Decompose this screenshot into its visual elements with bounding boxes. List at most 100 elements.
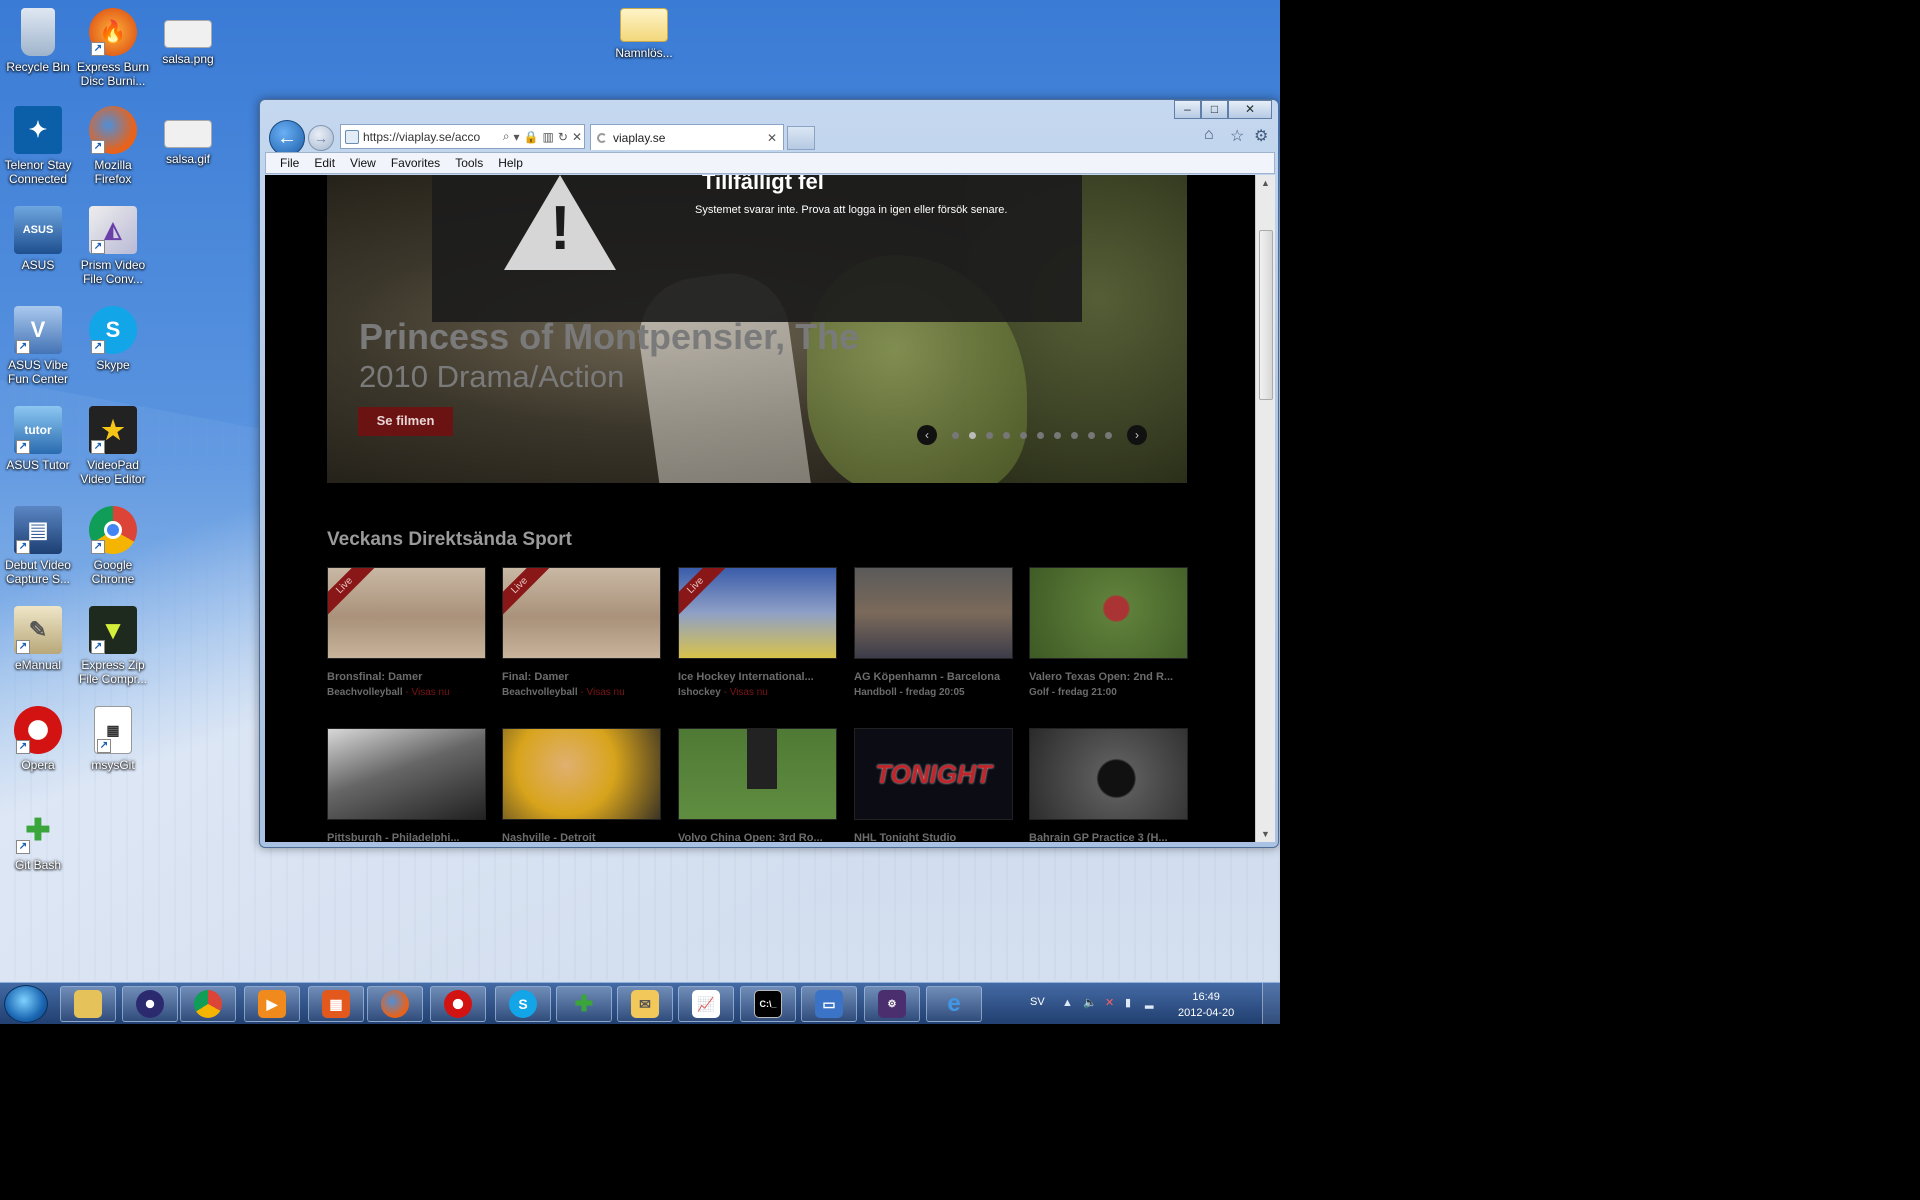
desktop-icon-skype[interactable]: S ↗ Skype [75, 306, 151, 372]
shortcut-arrow-icon: ↗ [91, 240, 105, 254]
new-tab-button[interactable] [787, 126, 815, 150]
carousel-prev-icon[interactable]: ‹ [917, 425, 937, 445]
desktop-icon-opera[interactable]: ↗ Opera [0, 706, 76, 772]
carousel-dot[interactable] [1054, 431, 1061, 439]
search-icon[interactable]: ⌕ [503, 129, 510, 144]
taskbar-app-explorer[interactable] [60, 986, 116, 1022]
taskbar-app-git[interactable]: ✚ [556, 986, 612, 1022]
back-button[interactable]: ← [269, 120, 305, 156]
carousel-dot[interactable] [1020, 431, 1027, 439]
taskbar-app-java-ee-ide[interactable]: ⚙ [864, 986, 920, 1022]
desktop-icon-express-burn[interactable]: 🔥 ↗ Express Burn Disc Burni... [75, 8, 151, 88]
carousel-dot[interactable] [1037, 431, 1044, 439]
desktop-icon-express-zip[interactable]: ▼ ↗ Express Zip File Compr... [75, 606, 151, 686]
menu-favorites[interactable]: Favorites [391, 156, 440, 170]
signal-icon[interactable]: ▂ [1145, 997, 1157, 1009]
close-tab-icon[interactable]: ✕ [767, 131, 777, 145]
taskbar-app-task-manager[interactable]: 📈 [678, 986, 734, 1022]
clock[interactable]: 16:49 2012-04-20 [1178, 989, 1234, 1021]
carousel-dot[interactable] [1088, 431, 1095, 439]
desktop-icon-videopad[interactable]: ★ ↗ VideoPad Video Editor [75, 406, 151, 486]
sport-card[interactable]: Nashville - Detroit [502, 728, 661, 842]
desktop-icon-asus-vibe[interactable]: V ↗ ASUS Vibe Fun Center [0, 306, 76, 386]
power-icon[interactable]: ▮ [1125, 997, 1137, 1009]
compat-view-icon[interactable]: ▥ [543, 130, 554, 144]
desktop-icon-debut[interactable]: ▤ ↗ Debut Video Capture S... [0, 506, 76, 586]
sport-card[interactable]: Pittsburgh - Philadelphi... [327, 728, 486, 842]
maximize-button[interactable]: □ [1201, 100, 1228, 119]
menu-tools[interactable]: Tools [455, 156, 483, 170]
desktop-icon-recycle-bin[interactable]: Recycle Bin [0, 8, 76, 74]
menu-file[interactable]: File [280, 156, 299, 170]
carousel-dot[interactable] [952, 431, 959, 439]
carousel-dot[interactable] [1003, 431, 1010, 439]
shortcut-arrow-icon: ↗ [16, 340, 30, 354]
taskbar-app-skype[interactable]: S [495, 986, 551, 1022]
forward-button[interactable]: → [308, 125, 334, 151]
favorites-star-icon[interactable]: ☆ [1230, 126, 1244, 146]
minimize-button[interactable]: – [1174, 100, 1201, 119]
sport-card[interactable]: Valero Texas Open: 2nd R... Golf - freda… [1029, 567, 1188, 698]
taskbar-app-firefox[interactable] [367, 986, 423, 1022]
taskbar-app-outlook[interactable]: ✉ [617, 986, 673, 1022]
desktop-icon-salsa-png[interactable]: salsa.png [150, 20, 226, 66]
emanual-icon: ✎ ↗ [14, 606, 62, 654]
stop-icon[interactable]: ✕ [572, 130, 582, 144]
desktop-icon-salsa-gif[interactable]: salsa.gif [150, 120, 226, 166]
sport-card[interactable]: Live Final: Damer Beachvolleyball - Visa… [502, 567, 661, 698]
taskbar-app-ms-office[interactable]: ▦ [308, 986, 364, 1022]
sport-card[interactable]: Live Bronsfinal: Damer Beachvolleyball -… [327, 567, 486, 698]
scroll-up-icon[interactable]: ▲ [1256, 175, 1275, 191]
carousel-dot[interactable] [969, 431, 976, 439]
sport-subtitle: Handboll - fredag 20:05 [854, 687, 965, 698]
desktop-icon-prism[interactable]: ◭ ↗ Prism Video File Conv... [75, 206, 151, 286]
home-icon[interactable]: ⌂ [1204, 126, 1214, 144]
menu-edit[interactable]: Edit [314, 156, 335, 170]
carousel-dot[interactable] [986, 431, 993, 439]
desktop-icon-emanual[interactable]: ✎ ↗ eManual [0, 606, 76, 672]
tab-viaplay[interactable]: viaplay.se ✕ [590, 124, 784, 150]
close-window-button[interactable]: ✕ [1228, 100, 1272, 119]
desktop-icon-asus[interactable]: ASUS ASUS [0, 206, 76, 272]
volume-icon[interactable]: 🔈 [1083, 997, 1097, 1009]
scroll-down-icon[interactable]: ▼ [1256, 826, 1275, 842]
taskbar-app-cmd[interactable]: C:\_ [740, 986, 796, 1022]
refresh-icon[interactable]: ↻ [558, 130, 568, 144]
taskbar-app-eclipse[interactable] [122, 986, 178, 1022]
sport-card[interactable]: TONIGHT NHL Tonight Studio [854, 728, 1013, 842]
sport-card[interactable]: Live Ice Hockey International... Ishocke… [678, 567, 837, 698]
carousel-dot[interactable] [1105, 431, 1112, 439]
carousel-next-icon[interactable]: › [1127, 425, 1147, 445]
sport-card[interactable]: Bahrain GP Practice 3 (H... [1029, 728, 1188, 842]
desktop-icon-msysgit[interactable]: ▦ ↗ msysGit [75, 706, 151, 772]
scroll-thumb[interactable] [1259, 230, 1273, 400]
tools-gear-icon[interactable]: ⚙ [1254, 126, 1268, 146]
taskbar-app-remote-desktop[interactable]: ▭ [801, 986, 857, 1022]
vertical-scrollbar[interactable]: ▲ ▼ [1255, 175, 1275, 842]
desktop-icon-firefox[interactable]: ↗ Mozilla Firefox [75, 106, 151, 186]
sport-card[interactable]: Volvo China Open: 3rd Ro... [678, 728, 837, 842]
sport-card[interactable]: AG Köpenhamn - Barcelona Handboll - fred… [854, 567, 1013, 698]
taskbar-app-opera[interactable] [430, 986, 486, 1022]
show-desktop-button[interactable] [1262, 983, 1280, 1024]
menu-view[interactable]: View [350, 156, 376, 170]
address-url[interactable]: https://viaplay.se/acco [363, 130, 501, 144]
carousel-dot[interactable] [1071, 431, 1078, 439]
language-indicator[interactable]: SV [1030, 996, 1045, 1008]
address-bar[interactable]: https://viaplay.se/acco ⌕ ▾ 🔒 ▥ ↻ ✕ [340, 124, 585, 149]
network-error-icon[interactable]: ✕ [1105, 997, 1117, 1009]
desktop-icon-chrome[interactable]: ↗ Google Chrome [75, 506, 151, 586]
desktop-icon-namnlos[interactable]: Namnlös... [606, 8, 682, 60]
lock-icon[interactable]: 🔒 [524, 130, 539, 144]
taskbar-app-internet-explorer[interactable]: e [926, 986, 982, 1022]
dropdown-icon[interactable]: ▾ [514, 130, 520, 144]
menu-help[interactable]: Help [498, 156, 523, 170]
desktop-icon-telenor[interactable]: ✦ Telenor Stay Connected [0, 106, 76, 186]
show-hidden-icons-icon[interactable]: ▲ [1062, 997, 1074, 1009]
desktop-icon-asus-tutor[interactable]: tutor ↗ ASUS Tutor [0, 406, 76, 472]
start-button[interactable] [4, 985, 48, 1023]
watch-movie-button[interactable]: Se filmen [358, 407, 453, 436]
desktop-icon-git-bash[interactable]: ✚ ↗ Git Bash [0, 806, 76, 873]
taskbar-app-media-player[interactable]: ▶ [244, 986, 300, 1022]
taskbar-app-chrome[interactable] [180, 986, 236, 1022]
